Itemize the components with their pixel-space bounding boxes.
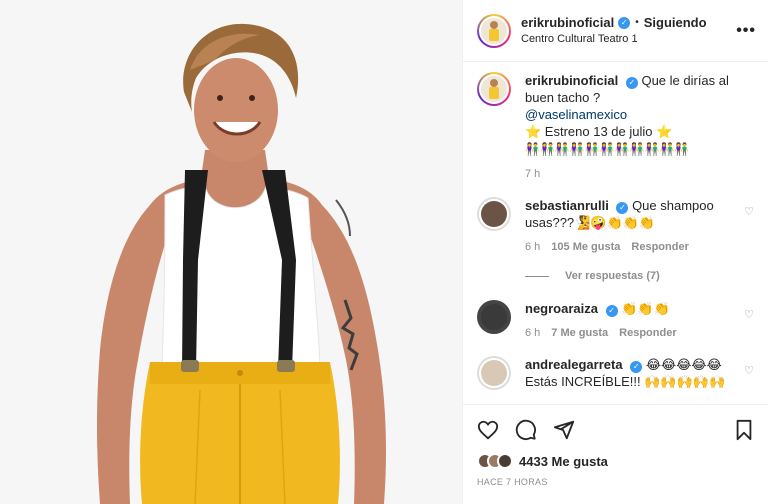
caption-premiere: ⭐ Estreno 13 de julio ⭐ bbox=[525, 124, 673, 139]
caption: erikrubinoficial ✓ Que le dirías al buen… bbox=[477, 72, 754, 183]
commenter-avatar[interactable] bbox=[477, 356, 511, 390]
commenter-username[interactable]: negroaraiza bbox=[525, 301, 598, 316]
caption-avatar[interactable] bbox=[477, 72, 511, 106]
verified-badge-icon: ✓ bbox=[630, 361, 643, 373]
comment-text: 😂😂😂😂😂 bbox=[645, 357, 722, 372]
comment-likes[interactable]: 105 Me gusta bbox=[551, 239, 620, 256]
reply-button[interactable]: Responder bbox=[631, 239, 688, 256]
post-modal: erikrubinoficial ✓ • Siguiendo Centro Cu… bbox=[0, 0, 768, 504]
more-options-icon[interactable]: ••• bbox=[736, 22, 756, 40]
location-link[interactable]: Centro Cultural Teatro 1 bbox=[521, 31, 736, 47]
caption-time[interactable]: 7 h bbox=[525, 166, 540, 183]
comment-item: sebastianrulli ✓ Que shampoo usas???🧏🤪👏👏… bbox=[477, 197, 754, 256]
save-bookmark-icon[interactable] bbox=[734, 419, 754, 441]
post-side-panel: erikrubinoficial ✓ • Siguiendo Centro Cu… bbox=[462, 0, 768, 504]
like-comment-heart-icon[interactable]: ♡ bbox=[744, 364, 754, 377]
likes-summary[interactable]: 4433 Me gusta bbox=[477, 453, 754, 469]
verified-badge-icon: ✓ bbox=[605, 305, 618, 317]
comment-bubble-icon[interactable] bbox=[515, 419, 537, 441]
reply-button[interactable]: Responder bbox=[619, 325, 676, 342]
comment-time[interactable]: 6 h bbox=[525, 325, 540, 342]
likes-count[interactable]: 4433 Me gusta bbox=[519, 454, 608, 469]
comments-list[interactable]: erikrubinoficial ✓ Que le dirías al buen… bbox=[463, 62, 768, 404]
liker-avatar bbox=[497, 453, 513, 469]
like-comment-heart-icon[interactable]: ♡ bbox=[744, 205, 754, 218]
post-timestamp[interactable]: HACE 7 HORAS bbox=[477, 477, 754, 487]
post-header: erikrubinoficial ✓ • Siguiendo Centro Cu… bbox=[463, 0, 768, 62]
caption-emojis: 👫👫👫👫👫👫👫👫👫👫👫 bbox=[525, 142, 690, 156]
verified-badge-icon: ✓ bbox=[625, 77, 638, 89]
like-comment-heart-icon[interactable]: ♡ bbox=[744, 308, 754, 321]
following-button[interactable]: Siguiendo bbox=[644, 15, 707, 31]
commenter-avatar[interactable] bbox=[477, 300, 511, 334]
post-actions: 4433 Me gusta HACE 7 HORAS bbox=[463, 404, 768, 487]
man-with-suspenders-photo bbox=[0, 0, 462, 504]
verified-badge-icon: ✓ bbox=[616, 202, 629, 214]
author-username[interactable]: erikrubinoficial bbox=[521, 15, 614, 31]
commenter-username[interactable]: sebastianrulli bbox=[525, 198, 609, 213]
comment-text-line2: Estás INCREÍBLE!!! 🙌🙌🙌🙌🙌 bbox=[525, 374, 726, 389]
comment-time[interactable]: 6 h bbox=[525, 239, 540, 256]
verified-badge-icon: ✓ bbox=[618, 16, 631, 29]
comment-item: negroaraiza ✓ 👏👏👏 6 h 7 Me gusta Respond… bbox=[477, 300, 754, 342]
author-avatar[interactable] bbox=[477, 13, 511, 48]
commenter-username[interactable]: andrealegarreta bbox=[525, 357, 623, 372]
share-paper-plane-icon[interactable] bbox=[553, 419, 575, 441]
like-heart-icon[interactable] bbox=[477, 419, 499, 441]
comment-item: andrealegarreta ✓ 😂😂😂😂😂 Estás INCREÍBLE!… bbox=[477, 356, 754, 390]
comment-text: 👏👏👏 bbox=[621, 301, 670, 316]
caption-mention[interactable]: @vaselinamexico bbox=[525, 107, 627, 122]
view-replies-button[interactable]: Ver respuestas (7) bbox=[525, 270, 754, 282]
separator-dot: • bbox=[635, 16, 639, 28]
commenter-avatar[interactable] bbox=[477, 197, 511, 231]
caption-username[interactable]: erikrubinoficial bbox=[525, 73, 618, 88]
comment-likes[interactable]: 7 Me gusta bbox=[551, 325, 608, 342]
post-photo[interactable] bbox=[0, 0, 462, 504]
